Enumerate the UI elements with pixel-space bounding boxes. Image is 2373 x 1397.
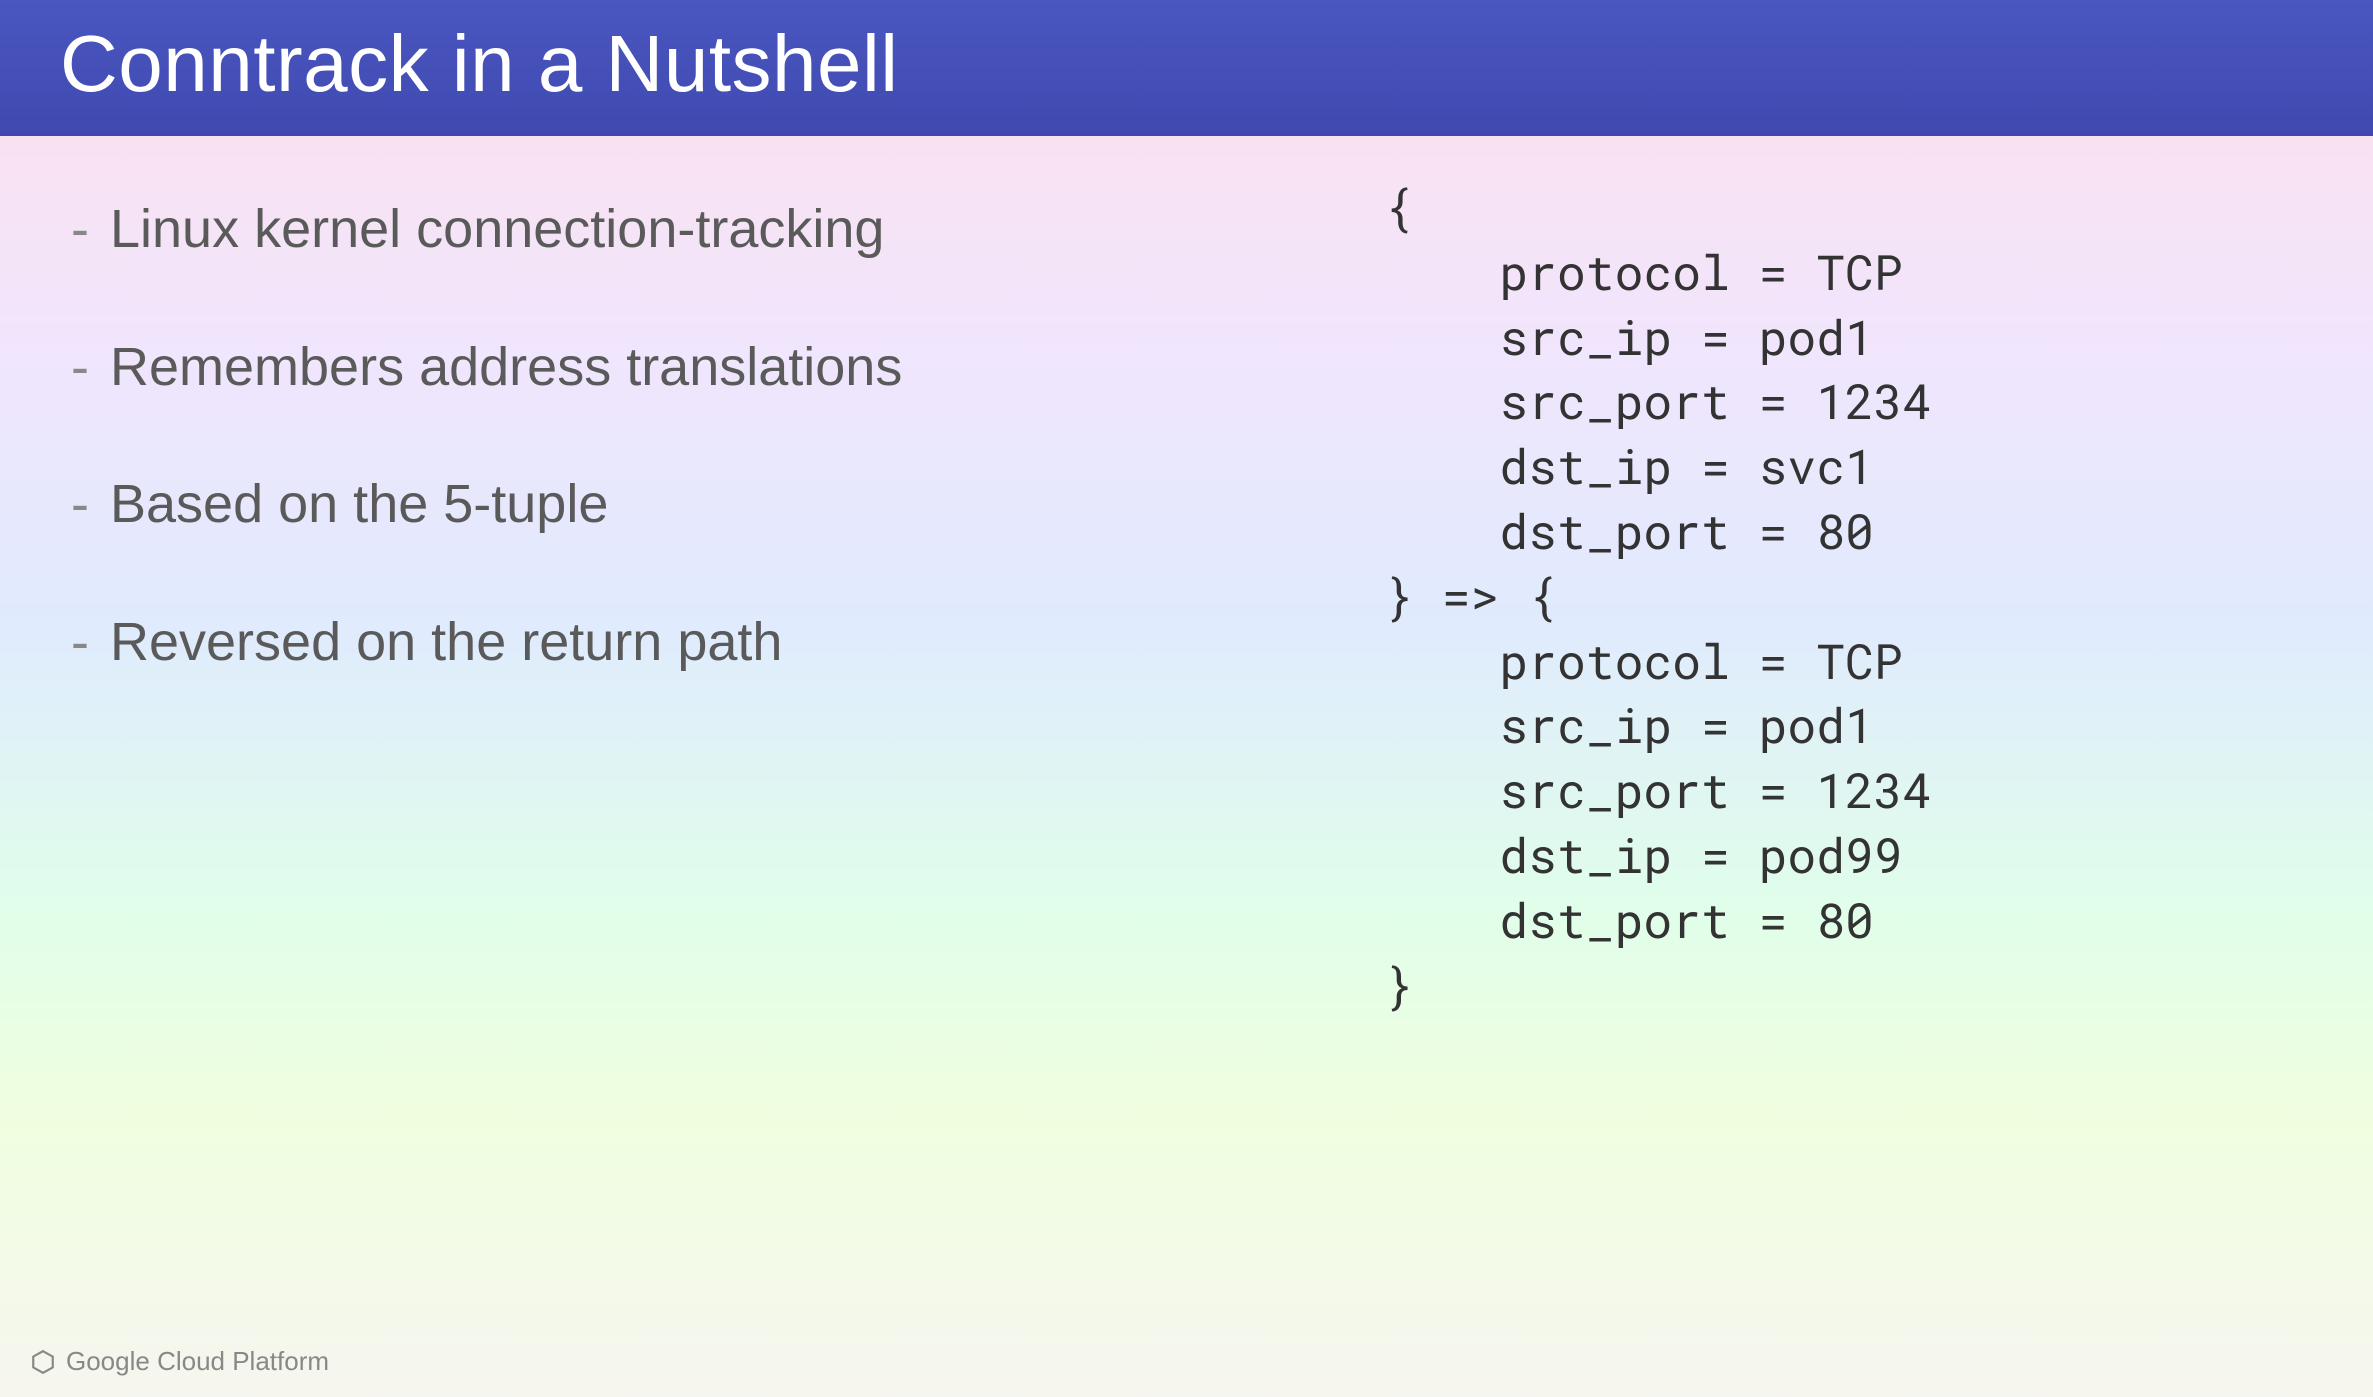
bullet-list: - Linux kernel connection-tracking - Rem…: [10, 176, 1384, 1373]
code-line: dst_port = 80: [1384, 500, 1874, 563]
code-line: dst_port = 80: [1384, 889, 1874, 952]
bullet-text: Reversed on the return path: [110, 609, 1344, 677]
bullet-item: - Based on the 5-tuple: [50, 471, 1344, 539]
code-line: dst_ip = svc1: [1384, 435, 1874, 498]
bullet-dash: -: [50, 196, 110, 264]
code-line: }: [1384, 954, 1413, 1017]
code-line: dst_ip = pod99: [1384, 824, 1902, 887]
bullet-item: - Linux kernel connection-tracking: [50, 196, 1344, 264]
slide-body: - Linux kernel connection-tracking - Rem…: [0, 136, 2373, 1373]
code-line: } => {: [1384, 565, 1557, 628]
bullet-dash: -: [50, 471, 110, 539]
code-line: protocol = TCP: [1384, 630, 1902, 693]
code-line: src_ip = pod1: [1384, 694, 1874, 757]
bullet-dash: -: [50, 609, 110, 677]
footer-text: Google Cloud Platform: [66, 1346, 329, 1377]
code-line: src_ip = pod1: [1384, 306, 1874, 369]
bullet-item: - Remembers address translations: [50, 334, 1344, 402]
bullet-text: Based on the 5-tuple: [110, 471, 1344, 539]
code-line: src_port = 1234: [1384, 759, 1931, 822]
bullet-item: - Reversed on the return path: [50, 609, 1344, 677]
bullet-dash: -: [50, 334, 110, 402]
bullet-text: Linux kernel connection-tracking: [110, 196, 1344, 264]
bullet-text: Remembers address translations: [110, 334, 1344, 402]
code-line: protocol = TCP: [1384, 241, 1902, 304]
gcp-hex-icon: [30, 1349, 56, 1375]
footer: Google Cloud Platform: [30, 1346, 329, 1377]
code-line: {: [1384, 176, 1413, 239]
slide: Conntrack in a Nutshell - Linux kernel c…: [0, 0, 2373, 1397]
code-line: src_port = 1234: [1384, 370, 1931, 433]
code-block: { protocol = TCP src_ip = pod1 src_port …: [1384, 176, 2373, 1373]
slide-title: Conntrack in a Nutshell: [0, 0, 2373, 136]
